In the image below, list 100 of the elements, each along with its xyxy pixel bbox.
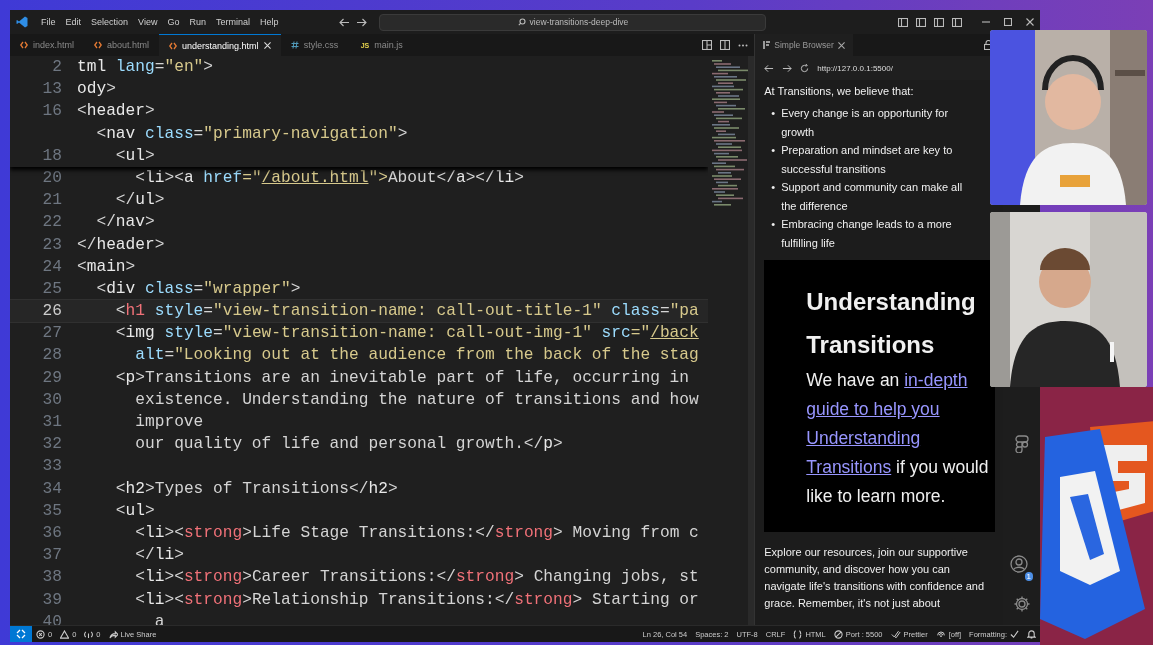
- menu-item[interactable]: Edit: [60, 17, 87, 27]
- code-line: ody>: [77, 79, 116, 101]
- hash-icon: [290, 41, 299, 49]
- code-line: improve: [134, 412, 204, 433]
- code-line: </ul>: [114, 190, 165, 212]
- url-field[interactable]: http://127.0.0.1:5500/: [817, 63, 893, 73]
- layout-icon[interactable]: [898, 17, 908, 27]
- code-line: </li>: [134, 545, 184, 567]
- line-number: 25: [41, 278, 63, 300]
- back-arrow-icon[interactable]: [764, 63, 775, 73]
- notification-icon[interactable]: [1027, 629, 1036, 639]
- line-number: 37: [41, 545, 63, 567]
- code-line: alt="Looking out at the audience from the back of the stag: [134, 345, 699, 367]
- close-icon[interactable]: [837, 41, 845, 49]
- line-number: 18: [41, 145, 63, 167]
- bullet-item: Every change is an opportunity for growth: [781, 106, 950, 140]
- code-line: <div class="wrapper">: [95, 278, 301, 300]
- outro-text: Explore our resources, join our supportive community, and discover how you can navigate life's transitions with confidence and grace. Remember, it's not just about: [764, 545, 986, 611]
- code-line: <p>Transitions are an inevitable part of life, occurring in: [114, 367, 689, 389]
- page-icon: [763, 41, 771, 49]
- reload-icon[interactable]: [800, 63, 810, 73]
- minimize-icon[interactable]: [982, 18, 990, 26]
- broadcast-icon: [935, 629, 946, 639]
- code-line: <li><strong>Relationship Transitions:</strong> Starting or: [134, 589, 699, 611]
- line-number: 38: [41, 567, 63, 589]
- antenna-icon: [84, 629, 94, 639]
- hero-heading: Understanding Transitions: [806, 287, 977, 360]
- menu-item[interactable]: View: [133, 17, 163, 27]
- code-line: <header>: [77, 101, 155, 123]
- bullet-marker: •: [771, 143, 776, 158]
- intro-text: At Transitions, we believe that:: [764, 85, 915, 97]
- remote-icon[interactable]: [16, 629, 26, 639]
- line-number: 33: [41, 456, 63, 478]
- code-line: <li><strong>Career Transitions:</strong> Changing jobs, st: [134, 567, 699, 589]
- guide-link[interactable]: Transitions: [806, 457, 892, 477]
- line-number: 21: [41, 190, 63, 212]
- split-editor-icon[interactable]: [720, 40, 731, 50]
- line-number: 32: [41, 434, 63, 456]
- code-line: <h2>Types of Transitions</h2>: [114, 478, 398, 500]
- line-number: 29: [41, 367, 63, 389]
- blocked-icon: [833, 629, 843, 639]
- guide-link[interactable]: in-depth: [904, 370, 968, 390]
- browser-tab[interactable]: Simple Browser: [755, 34, 853, 56]
- line-number: 26: [41, 301, 63, 323]
- menu-item[interactable]: Help: [254, 17, 284, 27]
- figma-icon[interactable]: [1014, 435, 1029, 453]
- line-number: 27: [41, 323, 63, 345]
- line-number: 36: [41, 522, 63, 544]
- editor-tab[interactable]: index.html: [10, 34, 85, 56]
- code-brackets-icon: [20, 41, 28, 49]
- settings-icon[interactable]: [1012, 595, 1031, 613]
- notification-badge: 1: [1024, 572, 1034, 581]
- error-icon: [36, 629, 45, 639]
- code-line: <img style="view-transition-name: call-out-img-1" src="/back: [114, 323, 699, 345]
- editor-tab[interactable]: about.html: [84, 34, 160, 56]
- line-number: 40: [41, 611, 63, 625]
- line-number: 20: [41, 167, 63, 189]
- guide-link[interactable]: guide to help you: [806, 399, 940, 419]
- search-field[interactable]: view-transitions-deep-dive: [379, 13, 767, 31]
- forward-arrow-icon[interactable]: [782, 63, 793, 73]
- line-number: 35: [41, 500, 63, 522]
- menu-item[interactable]: Terminal: [210, 17, 255, 27]
- more-icon[interactable]: [738, 43, 749, 47]
- line-number: 13: [41, 79, 63, 101]
- line-number: 39: [41, 589, 63, 611]
- code-line: existence. Understanding the nature of transitions and how: [134, 389, 699, 411]
- line-number: 24: [41, 256, 63, 278]
- menu-item[interactable]: Selection: [86, 17, 134, 27]
- line-number: 34: [41, 478, 63, 500]
- code-line: <main>: [77, 256, 136, 278]
- code-line: </header>: [77, 234, 165, 256]
- bullet-marker: •: [771, 180, 776, 195]
- line-number: 2: [51, 57, 63, 78]
- maximize-icon[interactable]: [1004, 18, 1012, 26]
- menu-item[interactable]: Run: [184, 17, 211, 27]
- layout-icon[interactable]: [916, 17, 926, 27]
- preview-icon[interactable]: [702, 40, 713, 50]
- menu-item[interactable]: Go: [162, 17, 185, 27]
- forward-arrow-icon[interactable]: [356, 17, 368, 27]
- code-line: <nav class="primary-navigation">: [95, 123, 408, 145]
- search-icon: [517, 18, 526, 26]
- code-line: <ul>: [114, 145, 155, 167]
- code-line: <li><a href="/about.html">About</a></li>: [134, 167, 524, 189]
- line-number: 16: [41, 101, 63, 123]
- guide-link[interactable]: Understanding: [806, 428, 921, 448]
- editor-tab[interactable]: style.css: [280, 34, 351, 56]
- code-line: </nav>: [95, 212, 155, 234]
- code-line: <li><strong>Life Stage Transitions:</strong> Moving from c: [134, 522, 699, 544]
- close-icon[interactable]: [1026, 18, 1034, 26]
- bullet-item: Preparation and mindset are key to successful transitions: [781, 143, 954, 177]
- menu-item[interactable]: File: [36, 17, 61, 27]
- hero-text: We have an in-depth guide to help you Understanding Transitions if you would like to learn more.: [806, 369, 990, 508]
- app-logo-icon: [16, 16, 28, 28]
- layout-icon[interactable]: [952, 17, 962, 27]
- layout-icon[interactable]: [934, 17, 944, 27]
- editor-tab[interactable]: understanding.html: [159, 34, 281, 56]
- back-arrow-icon[interactable]: [339, 17, 351, 27]
- warning-icon: [60, 629, 70, 639]
- line-number: 31: [41, 412, 63, 433]
- code-line: <ul>: [114, 500, 155, 522]
